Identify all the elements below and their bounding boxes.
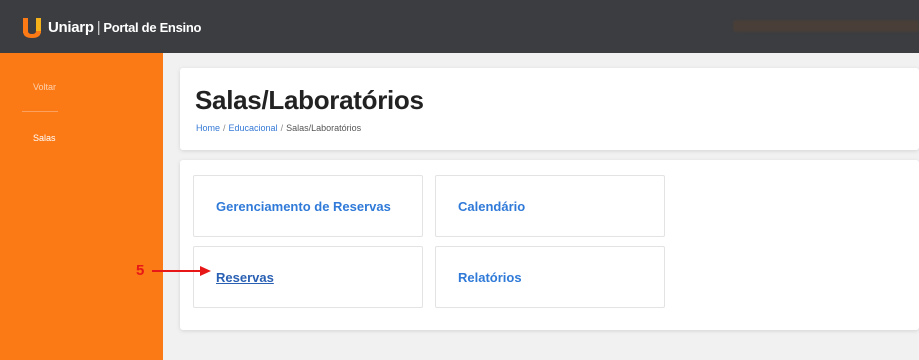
sidebar-item-salas[interactable]: Salas (33, 133, 56, 143)
tile-calendario[interactable]: Calendário (435, 175, 665, 237)
menu-card: Gerenciamento de Reservas Calendário Res… (180, 160, 919, 330)
page-header-card: Salas/Laboratórios Home / Educacional / Sala… (180, 68, 919, 150)
annotation-step-number: 5 (136, 262, 145, 279)
brand-title[interactable]: Uniarp | Portal de Ensino (48, 19, 201, 36)
breadcrumb: Home / Educacional / Salas/Laboratórios (196, 123, 361, 133)
breadcrumb-educacional[interactable]: Educacional (229, 123, 278, 133)
breadcrumb-home[interactable]: Home (196, 123, 220, 133)
user-menu-blurred[interactable] (733, 20, 919, 32)
sidebar-divider (22, 111, 58, 112)
tile-label[interactable]: Relatórios (458, 270, 522, 285)
breadcrumb-separator: / (223, 123, 226, 133)
brand-separator: | (96, 19, 101, 36)
breadcrumb-current: Salas/Laboratórios (286, 123, 362, 133)
tile-relatorios[interactable]: Relatórios (435, 246, 665, 308)
annotation-arrow-icon (152, 266, 211, 276)
tile-gerenciamento-reservas[interactable]: Gerenciamento de Reservas (193, 175, 423, 237)
tile-label[interactable]: Calendário (458, 199, 525, 214)
portal-name: Portal de Ensino (103, 20, 202, 35)
page-title: Salas/Laboratórios (195, 85, 424, 115)
sidebar-item-voltar[interactable]: Voltar (33, 82, 56, 92)
tile-label[interactable]: Gerenciamento de Reservas (216, 199, 391, 214)
top-navbar: Uniarp | Portal de Ensino (0, 0, 919, 53)
tile-reservas[interactable]: Reservas (193, 246, 423, 308)
breadcrumb-separator: / (280, 123, 284, 133)
tile-label[interactable]: Reservas (216, 270, 274, 285)
uniarp-logo-icon[interactable] (22, 18, 44, 38)
brand-name: Uniarp (48, 19, 94, 36)
sidebar: Voltar Salas (0, 53, 163, 360)
